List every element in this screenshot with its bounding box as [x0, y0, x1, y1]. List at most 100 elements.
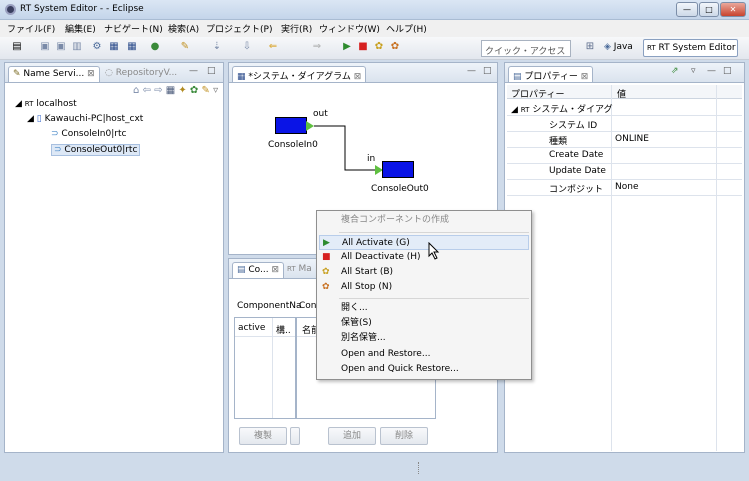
manager-icon: RT — [287, 265, 296, 273]
debug-icon[interactable]: ● — [148, 40, 162, 54]
repository-icon: ◌ — [105, 68, 113, 78]
close-icon[interactable]: ⊠ — [581, 72, 589, 82]
delete-button[interactable]: 削除 — [380, 427, 428, 445]
rt-on-icon[interactable]: ▦ — [107, 40, 121, 54]
tree-host[interactable]: ◢ ▯ Kawauchi-PC|host_cxt — [27, 114, 143, 124]
collapse-icon[interactable]: ▦ — [166, 85, 175, 96]
menu-item-open-quick-restore[interactable]: Open and Quick Restore... — [319, 362, 529, 377]
property-row[interactable]: Create Date — [507, 148, 742, 163]
java-label: Java — [613, 42, 633, 52]
navigate-icon[interactable]: ⇣ — [210, 40, 224, 54]
search-icon[interactable]: ✎ — [178, 40, 192, 54]
view-toolbar: ⌂ ⇦ ⇨ ▦ ✦ ✿ ✎ ▿ — [133, 85, 218, 96]
minimize-button[interactable]: — — [676, 2, 698, 17]
menu-item-all-start[interactable]: ✿ All Start (B) — [319, 265, 529, 280]
property-category[interactable]: ◢ RT システム・ダイアグ — [511, 102, 613, 115]
save-icon[interactable]: ▣ — [38, 40, 52, 54]
copy-button[interactable]: 複製 — [239, 427, 287, 445]
activate-icon: ▶ — [323, 238, 330, 248]
close-icon[interactable]: ⊠ — [87, 69, 95, 79]
tree-root[interactable]: ◢ RT localhost — [15, 99, 77, 109]
tab-manager[interactable]: RT Ma — [287, 264, 312, 274]
forward-icon[interactable]: ⇨ — [154, 85, 162, 96]
tab-component[interactable]: ▤ Co... ⊠ — [232, 262, 285, 278]
rt-icon: RT — [520, 106, 530, 114]
minimize-view-icon[interactable]: — — [189, 66, 198, 76]
col-kou: 構.. — [276, 326, 291, 336]
menu-item-all-activate[interactable]: ▶ All Activate (G) — [319, 235, 529, 250]
close-button[interactable]: ✕ — [720, 2, 746, 17]
expand-icon[interactable]: ◢ — [15, 99, 22, 109]
connect-icon[interactable]: ✦ — [178, 85, 186, 96]
menu-item-all-stop[interactable]: ✿ All Stop (N) — [319, 280, 529, 295]
property-row[interactable]: コンポジット None — [507, 180, 742, 195]
menu-item-create-composite[interactable]: 複合コンポーネントの作成 — [319, 213, 529, 228]
mouse-cursor-icon — [428, 242, 440, 260]
perspective-rt[interactable]: RT RT System Editor — [643, 39, 738, 57]
back-icon[interactable]: ⇦ — [143, 85, 151, 96]
close-icon[interactable]: ⊠ — [271, 265, 279, 275]
start-icon[interactable]: ✿ — [372, 40, 386, 54]
property-row[interactable]: 種類 ONLINE — [507, 132, 742, 147]
save-all-icon[interactable]: ▣ — [54, 40, 68, 54]
menu-run[interactable]: 実行(R) — [281, 22, 312, 35]
home-icon[interactable]: ⌂ — [133, 85, 139, 96]
menu-search[interactable]: 検索(A) — [168, 22, 199, 35]
deactivate-icon[interactable]: ■ — [356, 40, 370, 54]
menu-item-save[interactable]: 保管(S) — [319, 316, 529, 331]
maximize-view-icon[interactable]: □ — [207, 66, 216, 76]
menu-edit[interactable]: 編集(E) — [65, 22, 96, 35]
filter-icon[interactable]: ✎ — [202, 85, 210, 96]
component-label: ConsoleOut0 — [371, 184, 429, 194]
menu-item-label: All Start (B) — [341, 267, 394, 277]
maximize-button[interactable]: □ — [699, 2, 719, 17]
menu-project[interactable]: プロジェクト(P) — [206, 22, 272, 35]
expand-icon[interactable]: ◢ — [27, 114, 34, 124]
menu-navigate[interactable]: ナビゲート(N) — [104, 22, 163, 35]
config-button[interactable] — [290, 427, 300, 445]
menu-help[interactable]: ヘルプ(H) — [386, 22, 427, 35]
back-icon[interactable]: ⇐ — [266, 40, 280, 54]
view-menu-icon[interactable]: ▿ — [213, 85, 218, 96]
stop-icon[interactable]: ✿ — [388, 40, 402, 54]
tree-item-selected[interactable]: ⊃ ConsoleOut0|rtc — [51, 144, 141, 156]
menu-item-open[interactable]: 開く... — [319, 301, 529, 316]
menu-window[interactable]: ウィンドウ(W) — [319, 22, 380, 35]
rt-off-icon[interactable]: ▦ — [125, 40, 139, 54]
property-row[interactable]: Update Date — [507, 164, 742, 179]
tab-repository[interactable]: ◌ RepositoryV... — [105, 68, 177, 78]
quick-access-input[interactable]: クイック・アクセス — [481, 40, 571, 57]
pin-icon[interactable]: ⇗ — [671, 66, 679, 76]
component-consoleout0[interactable] — [382, 161, 414, 178]
property-row[interactable]: システム ID — [507, 116, 742, 131]
maximize-view-icon[interactable]: □ — [723, 66, 732, 76]
menu-item-open-restore[interactable]: Open and Restore... — [319, 347, 529, 362]
tree-item[interactable]: ⊃ ConsoleIn0|rtc — [51, 129, 126, 139]
add-button[interactable]: 追加 — [328, 427, 376, 445]
menu-item-save-as[interactable]: 別名保管... — [319, 331, 529, 346]
tab-name-service[interactable]: ✎ Name Servi... ⊠ — [8, 66, 100, 82]
new-icon[interactable]: ▤ — [10, 40, 24, 54]
menu-item-all-deactivate[interactable]: ■ All Deactivate (H) — [319, 250, 529, 265]
menu-item-label: All Stop (N) — [341, 282, 393, 292]
expand-icon[interactable]: ◢ — [511, 105, 518, 115]
menu-bar: ファイル(F) 編集(E) ナビゲート(N) 検索(A) プロジェクト(P) 実… — [0, 20, 749, 37]
print-icon[interactable]: ▥ — [70, 40, 84, 54]
open-perspective-icon[interactable]: ⊞ — [583, 40, 597, 54]
minimize-view-icon[interactable]: — — [707, 66, 716, 76]
forward-icon[interactable]: ⇒ — [310, 40, 324, 54]
perspective-java[interactable]: ◈ Java — [604, 42, 633, 52]
refresh-icon[interactable]: ✿ — [190, 85, 198, 96]
next-annotation-icon[interactable]: ⇩ — [240, 40, 254, 54]
tree-item-label: ConsoleOut0|rtc — [64, 145, 138, 155]
properties-table: プロパティー 値 ◢ RT システム・ダイアグ システム ID 種類 ONLIN… — [507, 85, 742, 451]
menu-file[interactable]: ファイル(F) — [7, 22, 55, 35]
deactivate-icon: ■ — [322, 252, 331, 262]
name-service-icon: ✎ — [13, 69, 21, 79]
gear-icon[interactable]: ⚙ — [90, 40, 104, 54]
activate-icon[interactable]: ▶ — [340, 40, 354, 54]
tab-properties[interactable]: ▤ プロパティー ⊠ — [508, 66, 594, 82]
view-menu-icon[interactable]: ▿ — [691, 66, 696, 76]
title-bar: RT System Editor - - Eclipse — □ ✕ — [0, 0, 749, 20]
component-name-label: ComponentNa — [237, 301, 302, 311]
